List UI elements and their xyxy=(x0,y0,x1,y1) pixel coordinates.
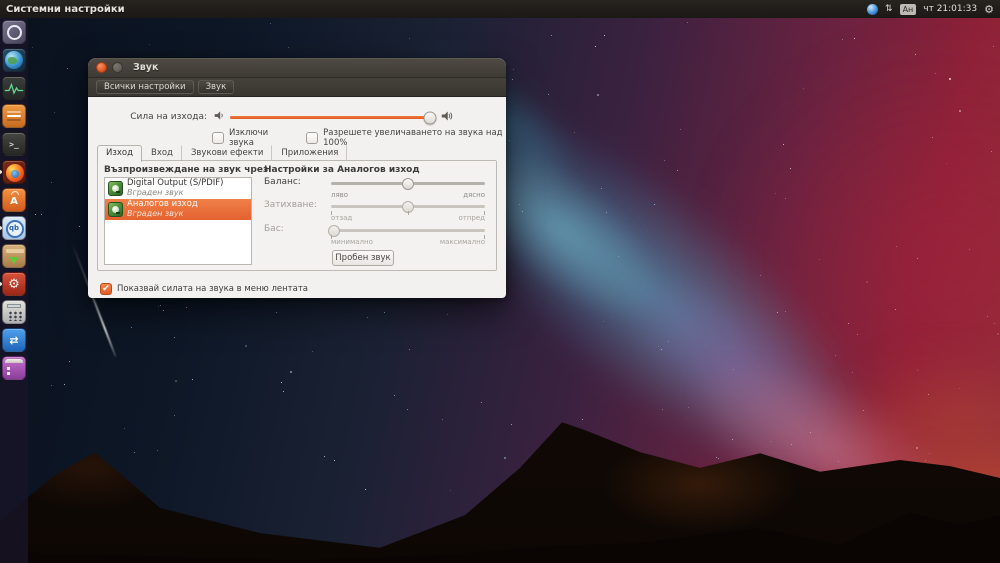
balance-slider[interactable]: ляво дясно xyxy=(331,182,485,196)
software-center-letter: A xyxy=(10,196,18,207)
window-content: Сила на изхода: Изключи звука Раз xyxy=(88,96,506,298)
bass-min-label: минимално xyxy=(331,238,373,246)
launcher-item-web-browser[interactable] xyxy=(1,48,27,72)
bass-label: Бас: xyxy=(264,224,284,234)
launcher-item-firefox[interactable] xyxy=(1,160,27,184)
window-toolbar: Всички настройки Звук xyxy=(88,78,506,97)
speaker-low-icon xyxy=(214,110,225,124)
media-player-icon xyxy=(2,356,26,380)
unity-launcher: >_ A qb ⚙ ⇄ xyxy=(0,18,28,563)
tab-bar: Изход Вход Звукови ефекти Приложения xyxy=(97,143,497,161)
teamviewer-arrows: ⇄ xyxy=(9,335,18,346)
launcher-item-package-installer[interactable] xyxy=(1,244,27,268)
launcher-item-software-center[interactable]: A xyxy=(1,188,27,212)
device-list: Digital Output (S/PDIF) Вграден звук Ана… xyxy=(104,177,252,265)
volume-handle[interactable] xyxy=(423,111,436,124)
show-volume-label: Показвай силата на звука в меню лентата xyxy=(117,284,308,294)
fade-max-label: отпред xyxy=(458,214,485,222)
web-browser-icon xyxy=(2,48,26,72)
sound-settings-window: Звук Всички настройки Звук Сила на изход… xyxy=(88,58,506,298)
bass-max-label: максимално xyxy=(440,238,485,246)
test-sound-button[interactable]: Пробен звук xyxy=(332,250,394,266)
fade-min-label: отзад xyxy=(331,214,352,222)
device-subtitle: Вграден звук xyxy=(127,189,223,198)
device-row-spdif[interactable]: Digital Output (S/PDIF) Вграден звук xyxy=(105,178,251,199)
sound-menu-button[interactable]: Звук xyxy=(198,80,235,94)
launcher-item-dash[interactable] xyxy=(1,20,27,44)
launcher-item-media-player[interactable] xyxy=(1,356,27,380)
tab-output[interactable]: Изход xyxy=(97,145,142,162)
balance-min-label: ляво xyxy=(331,191,348,199)
device-list-header: Възпроизвеждане на звук чрез xyxy=(104,165,268,175)
device-subtitle: Вграден звук xyxy=(127,210,198,219)
system-monitor-icon xyxy=(2,76,26,100)
bass-handle xyxy=(328,225,340,237)
window-titlebar[interactable]: Звук xyxy=(88,58,506,78)
fade-slider: отзад отпред xyxy=(331,205,485,219)
speaker-high-icon xyxy=(441,110,453,125)
traffic-arrows-icon[interactable]: ⇅ xyxy=(885,5,893,14)
file-drawer-icon xyxy=(2,104,26,128)
bass-slider: минимално максимално xyxy=(331,229,485,243)
software-center-icon: A xyxy=(2,188,26,212)
gear-glyph: ⚙ xyxy=(8,278,20,291)
show-volume-row: Показвай силата на звука в меню лентата xyxy=(100,283,308,295)
launcher-item-calculator[interactable] xyxy=(1,300,27,324)
clock[interactable]: чт 21:01:33 xyxy=(923,4,977,14)
session-gear-icon[interactable]: ⚙ xyxy=(984,4,994,15)
system-settings-icon: ⚙ xyxy=(2,272,26,296)
tab-applications[interactable]: Приложения xyxy=(272,145,347,161)
audio-card-icon xyxy=(108,202,123,217)
launcher-item-qbittorrent[interactable]: qb xyxy=(1,216,27,240)
launcher-item-teamviewer[interactable]: ⇄ xyxy=(1,328,27,352)
close-button[interactable] xyxy=(96,62,107,73)
output-volume-slider[interactable] xyxy=(230,109,436,125)
qbittorrent-letters: qb xyxy=(9,224,19,232)
output-volume-label: Сила на изхода: xyxy=(88,112,212,122)
terminal-prompt: >_ xyxy=(9,140,19,149)
desktop: Системни настройки ⇅ Ан чт 21:01:33 ⚙ >_… xyxy=(0,0,1000,563)
all-settings-button[interactable]: Всички настройки xyxy=(96,80,194,94)
app-menu-title[interactable]: Системни настройки xyxy=(6,4,125,15)
qbittorrent-icon: qb xyxy=(2,216,26,240)
device-settings-header: Настройки за Аналогов изход xyxy=(264,165,420,175)
firefox-icon xyxy=(2,160,26,184)
package-installer-icon xyxy=(2,244,26,268)
balance-max-label: дясно xyxy=(463,191,485,199)
tab-input[interactable]: Вход xyxy=(142,145,182,161)
audio-card-icon xyxy=(108,181,123,196)
launcher-item-file-drawer[interactable] xyxy=(1,104,27,128)
minimize-button[interactable] xyxy=(112,62,123,73)
show-volume-checkbox[interactable] xyxy=(100,283,112,295)
teamviewer-icon: ⇄ xyxy=(2,328,26,352)
window-title: Звук xyxy=(133,62,158,73)
fade-label: Затихване: xyxy=(264,200,317,210)
output-tab-panel: Възпроизвеждане на звук чрез Digital Out… xyxy=(97,160,497,271)
balance-handle[interactable] xyxy=(402,178,414,190)
network-globe-icon[interactable] xyxy=(867,4,878,15)
dash-icon xyxy=(2,20,26,44)
launcher-item-terminal[interactable]: >_ xyxy=(1,132,27,156)
keyboard-layout-indicator[interactable]: Ан xyxy=(900,4,917,15)
indicator-area: ⇅ Ан чт 21:01:33 ⚙ xyxy=(867,4,994,15)
volume-fill xyxy=(230,116,430,119)
launcher-item-system-monitor[interactable] xyxy=(1,76,27,100)
calculator-icon xyxy=(2,300,26,324)
terminal-icon: >_ xyxy=(2,132,26,156)
launcher-item-system-settings[interactable]: ⚙ xyxy=(1,272,27,296)
output-volume-row: Сила на изхода: xyxy=(88,109,498,125)
device-row-analog[interactable]: Аналогов изход Вграден звук xyxy=(105,199,251,220)
bass-track xyxy=(331,229,485,232)
balance-label: Баланс: xyxy=(264,177,301,187)
tab-sound-effects[interactable]: Звукови ефекти xyxy=(182,145,272,161)
top-panel: Системни настройки ⇅ Ан чт 21:01:33 ⚙ xyxy=(0,0,1000,18)
